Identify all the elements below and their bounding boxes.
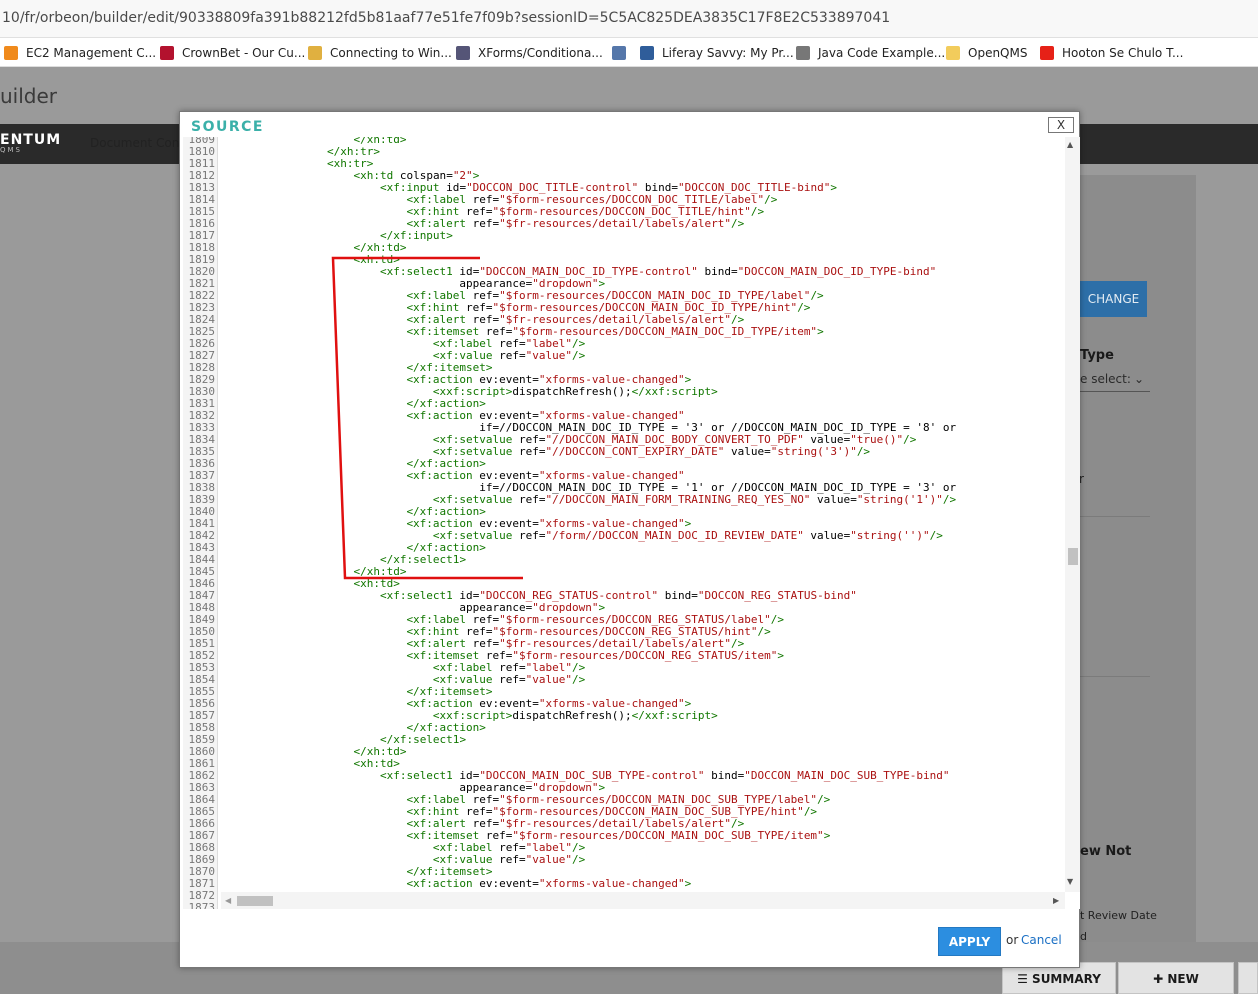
close-button[interactable]: X bbox=[1048, 117, 1074, 133]
list-icon: ☰ bbox=[1017, 972, 1033, 986]
extra-button[interactable] bbox=[1238, 962, 1258, 994]
cancel-link[interactable]: Cancel bbox=[1021, 933, 1062, 947]
bookmark-item[interactable]: Java Code Example... bbox=[796, 44, 945, 62]
new-not-label: ew Not bbox=[1080, 844, 1132, 859]
change-button[interactable]: CHANGE bbox=[1080, 281, 1147, 317]
or-text: or bbox=[1006, 933, 1019, 947]
scroll-left-icon[interactable]: ◀ bbox=[225, 896, 231, 905]
dialog-title: SOURCE bbox=[191, 119, 264, 135]
horizontal-scroll-thumb[interactable] bbox=[237, 896, 273, 906]
source-editor[interactable]: 1809 1810 1811 1812 1813 1814 1815 1816 1817 1818… bbox=[183, 137, 1080, 909]
bookmark-label: OpenQMS bbox=[968, 46, 1028, 60]
folder-icon bbox=[946, 46, 960, 60]
crownbet-icon bbox=[160, 46, 174, 60]
panel-divider bbox=[1080, 516, 1150, 517]
plus-icon: ✚ bbox=[1153, 972, 1168, 986]
url-text[interactable]: 10/fr/orbeon/builder/edit/90338809fa391b… bbox=[2, 10, 890, 26]
box-icon bbox=[308, 46, 322, 60]
bookmark-item[interactable]: OpenQMS bbox=[946, 44, 1027, 62]
bookmark-item[interactable]: Connecting to Win... bbox=[308, 44, 452, 62]
bookmark-label: Java Code Example... bbox=[818, 46, 946, 60]
grid-icon bbox=[612, 46, 626, 60]
close-icon: X bbox=[1056, 118, 1066, 132]
apply-button[interactable]: APPLY bbox=[938, 927, 1001, 956]
summary-label: SUMMARY bbox=[1032, 972, 1101, 986]
bookmark-item[interactable]: XForms/Conditiona... bbox=[456, 44, 603, 62]
bookmark-label: CrownBet - Our Cu... bbox=[182, 46, 306, 60]
bookmark-label: Hooton Se Chulo T... bbox=[1062, 46, 1184, 60]
bookmarks-bar: EC2 Management C... CrownBet - Our Cu... C… bbox=[0, 38, 1258, 67]
type-label: Type bbox=[1080, 348, 1114, 363]
app-title: uilder bbox=[0, 84, 58, 108]
bookmark-label: Liferay Savvy: My Pr... bbox=[662, 46, 794, 60]
aws-icon bbox=[4, 46, 18, 60]
scroll-down-icon[interactable]: ▼ bbox=[1067, 877, 1073, 886]
liferay-icon bbox=[640, 46, 654, 60]
vertical-scroll-thumb[interactable] bbox=[1068, 548, 1078, 565]
scroll-up-icon[interactable]: ▲ bbox=[1067, 140, 1073, 149]
xforms-icon bbox=[456, 46, 470, 60]
app-logo-sub: QMS bbox=[0, 146, 22, 154]
line-number: 1873 bbox=[188, 901, 216, 910]
source-dialog: SOURCE X 1809 1810 1811 1812 1813 1814 1815 181… bbox=[179, 111, 1080, 968]
bookmark-item[interactable]: CrownBet - Our Cu... bbox=[160, 44, 305, 62]
bookmark-item[interactable] bbox=[612, 44, 634, 62]
bookmark-item[interactable]: EC2 Management C... bbox=[4, 44, 156, 62]
nav-document-control[interactable]: Document Contr bbox=[90, 136, 189, 150]
bookmark-item[interactable]: Hooton Se Chulo T... bbox=[1040, 44, 1183, 62]
youtube-icon bbox=[1040, 46, 1054, 60]
scroll-right-icon[interactable]: ▶ bbox=[1053, 896, 1059, 905]
globe-icon bbox=[796, 46, 810, 60]
bookmark-item[interactable]: Liferay Savvy: My Pr... bbox=[640, 44, 794, 62]
horizontal-scrollbar[interactable] bbox=[221, 892, 1065, 909]
line-gutter: 1809 1810 1811 1812 1813 1814 1815 1816 1817 1818… bbox=[183, 137, 218, 909]
chevron-down-icon[interactable]: ⌄ bbox=[1134, 372, 1144, 386]
new-label: NEW bbox=[1167, 972, 1199, 986]
panel-divider bbox=[1080, 676, 1150, 677]
bookmark-label: Connecting to Win... bbox=[330, 46, 452, 60]
address-bar[interactable]: 10/fr/orbeon/builder/edit/90338809fa391b… bbox=[0, 0, 1258, 38]
vertical-scrollbar[interactable] bbox=[1065, 137, 1080, 892]
bookmark-label: EC2 Management C... bbox=[26, 46, 157, 60]
new-button[interactable]: ✚ NEW bbox=[1118, 962, 1234, 994]
bookmark-label: XForms/Conditiona... bbox=[478, 46, 603, 60]
review-date-label: t Review Date bbox=[1080, 909, 1157, 922]
